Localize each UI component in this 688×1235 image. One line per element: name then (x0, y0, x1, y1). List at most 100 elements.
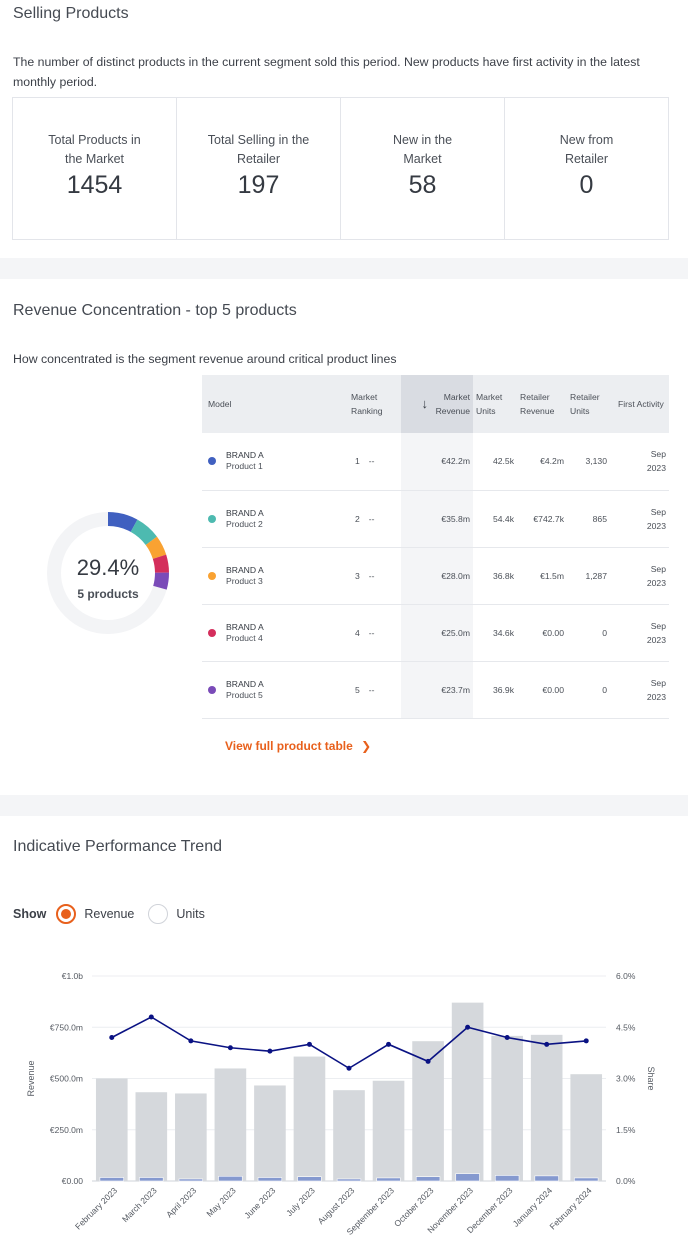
col-market-ranking[interactable]: Market Ranking (348, 375, 401, 433)
first-year: 2023 (646, 520, 666, 531)
col-market-units[interactable]: Market Units (473, 375, 517, 433)
view-full-product-table-link[interactable]: View full product table ❯ (225, 739, 371, 753)
cell-market-revenue: €42.2m (401, 433, 473, 491)
y-tick-label: €500.0m (50, 1074, 83, 1084)
col-model[interactable]: Model (202, 375, 348, 433)
retailer-revenue-bar (178, 1178, 204, 1182)
first-year: 2023 (646, 577, 666, 588)
y2-tick-label: 3.0% (616, 1074, 636, 1084)
rank-value: 1 (355, 456, 360, 467)
rank-value: 5 (355, 684, 360, 695)
share-point (425, 1058, 431, 1064)
first-year: 2023 (646, 463, 666, 474)
product-color-dot (208, 685, 216, 694)
cell-market-revenue: €23.7m (401, 661, 473, 719)
kpi-grid: Total Products in the Market 1454 Total … (12, 97, 669, 240)
share-point (544, 1041, 550, 1047)
table-row[interactable]: BRAND A Product 4 4 -- €25.0m 34.6k €0.00… (202, 604, 669, 662)
section-title: Revenue Concentration - top 5 products (13, 302, 297, 319)
concentration-donut: 29.4% 5 products (47, 512, 169, 634)
table-row[interactable]: BRAND A Product 1 1 -- €42.2m 42.5k €4.2m… (202, 433, 669, 491)
cell-retailer-revenue: €4.2m (517, 433, 567, 491)
radio-revenue[interactable] (56, 904, 77, 924)
retailer-revenue-bar (257, 1177, 283, 1182)
col-retailer-revenue[interactable]: Retailer Revenue (517, 375, 567, 433)
cell-model: BRAND A Product 4 (202, 604, 348, 662)
chevron-right-icon: ❯ (361, 739, 372, 753)
retailer-revenue-bar (534, 1175, 559, 1182)
first-month: Sep (650, 677, 666, 688)
retailer-revenue-bar (297, 1176, 322, 1182)
product-brand: BRAND A (226, 678, 264, 689)
share-point (583, 1038, 589, 1044)
table-header-row: Model Market Ranking ↓ Market Revenue Ma… (202, 375, 669, 433)
y2-tick-label: 6.0% (616, 971, 636, 981)
retailer-revenue-bar (455, 1173, 480, 1182)
cell-retailer-revenue: €0.00 (517, 661, 567, 719)
share-point (306, 1041, 312, 1047)
retailer-revenue-bar (336, 1178, 362, 1182)
y-tick-label: €1.0b (62, 971, 84, 981)
table-row[interactable]: BRAND A Product 3 3 -- €28.0m 36.8k €1.5m… (202, 547, 669, 605)
x-tick-label: August 2023 (316, 1185, 357, 1226)
section-divider (0, 795, 688, 816)
cell-first-activity: Sep 2023 (615, 604, 669, 662)
cell-retailer-units: 3,130 (567, 433, 615, 491)
cell-retailer-units: 1,287 (567, 547, 615, 605)
kpi-label: New in the Market (392, 133, 453, 166)
retailer-revenue-bar (139, 1177, 164, 1182)
rank-value: 4 (355, 627, 360, 638)
metric-toggle: Show Revenue Units (13, 904, 205, 924)
x-tick-label: January 2024 (511, 1185, 555, 1229)
section-description: How concentrated is the segment revenue … (13, 352, 397, 366)
share-point (267, 1048, 273, 1054)
y2-axis-label: Share (646, 1066, 656, 1090)
market-revenue-bar (333, 1090, 365, 1181)
product-color-dot (208, 571, 216, 580)
col-first-activity[interactable]: First Activity (615, 375, 669, 433)
col-market-revenue[interactable]: ↓ Market Revenue (401, 375, 473, 433)
cell-retailer-units: 865 (567, 490, 615, 548)
radio-units[interactable] (148, 904, 169, 924)
table-row[interactable]: BRAND A Product 2 2 -- €35.8m 54.4k €742.… (202, 490, 669, 548)
market-revenue-bar (135, 1092, 168, 1181)
first-month: Sep (650, 449, 666, 460)
cell-market-revenue: €28.0m (401, 547, 473, 605)
share-point (346, 1065, 352, 1071)
product-color-dot (208, 514, 216, 523)
product-name: Product 5 (226, 689, 263, 700)
rank-change: -- (368, 456, 375, 467)
retailer-revenue-bar (415, 1176, 441, 1182)
radio-revenue-label[interactable]: Revenue (84, 907, 134, 921)
share-point (109, 1035, 115, 1040)
market-revenue-bar (95, 1078, 128, 1181)
show-label: Show (13, 907, 47, 921)
cell-market-units: 34.6k (473, 604, 517, 662)
radio-units-label[interactable]: Units (176, 907, 204, 921)
market-revenue-bar (254, 1085, 286, 1181)
share-point (504, 1035, 510, 1040)
cell-market-ranking: 1 -- (348, 433, 401, 491)
trend-chart: €0.00 0.0% €250.0m 1.5% €500.0m 3.0% €750.0m 4.… (26, 971, 656, 1235)
share-point (386, 1041, 392, 1047)
col-retailer-units[interactable]: Retailer Units (567, 375, 615, 433)
cell-first-activity: Sep 2023 (615, 433, 669, 491)
first-month: Sep (650, 563, 666, 574)
cell-model: BRAND A Product 2 (202, 490, 348, 548)
product-brand: BRAND A (226, 621, 264, 632)
x-tick-label: February 2023 (73, 1185, 119, 1231)
first-month: Sep (650, 620, 666, 631)
kpi-label: New from Retailer (559, 133, 614, 166)
kpi-total-products-market: Total Products in the Market 1454 (13, 98, 177, 239)
retailer-revenue-bar (376, 1177, 401, 1182)
cell-retailer-revenue: €742.7k (517, 490, 567, 548)
cell-market-ranking: 3 -- (348, 547, 401, 605)
cell-retailer-revenue: €0.00 (517, 604, 567, 662)
x-tick-label: October 2023 (392, 1185, 436, 1229)
product-color-dot (208, 457, 216, 466)
market-revenue-bar (293, 1056, 326, 1181)
y-axis-label: Revenue (26, 1060, 36, 1096)
retailer-revenue-bar (574, 1177, 599, 1182)
y2-tick-label: 0.0% (616, 1176, 636, 1186)
table-row[interactable]: BRAND A Product 5 5 -- €23.7m 36.9k €0.00… (202, 661, 669, 719)
